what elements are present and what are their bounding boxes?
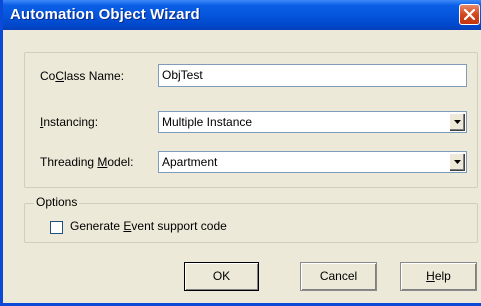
threading-model-select[interactable]: Apartment	[158, 151, 467, 173]
coclass-name-label: CoClass Name:	[40, 69, 125, 83]
chevron-down-icon	[454, 160, 461, 164]
instancing-label: Instancing:	[40, 115, 99, 129]
threading-dropdown-button[interactable]	[449, 153, 465, 171]
chevron-down-icon	[454, 120, 461, 124]
threading-model-label: Threading Model:	[40, 155, 134, 169]
threading-model-value: Apartment	[162, 155, 218, 169]
options-group-label: Options	[34, 195, 80, 209]
title-bar[interactable]: Automation Object Wizard	[3, 0, 481, 30]
instancing-value: Multiple Instance	[162, 115, 253, 129]
instancing-dropdown-button[interactable]	[449, 113, 465, 131]
event-support-checkbox[interactable]	[50, 221, 63, 234]
coclass-name-input[interactable]: ObjTest	[158, 64, 467, 87]
instancing-select[interactable]: Multiple Instance	[158, 111, 467, 133]
window-title: Automation Object Wizard	[10, 6, 200, 23]
coclass-name-value: ObjTest	[162, 68, 203, 82]
close-button[interactable]	[459, 4, 480, 25]
wizard-dialog: Automation Object Wizard CoClass Name: O…	[0, 0, 481, 306]
help-button[interactable]: Help	[400, 262, 477, 291]
event-support-label[interactable]: Generate Event support code	[70, 219, 227, 233]
close-icon	[464, 9, 475, 20]
cancel-button[interactable]: Cancel	[300, 262, 377, 291]
ok-button[interactable]: OK	[184, 262, 259, 291]
